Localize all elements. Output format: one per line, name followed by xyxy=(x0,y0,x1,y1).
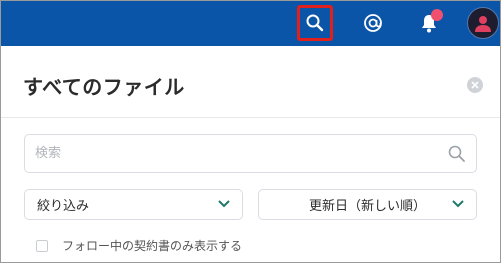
chevron-down-icon xyxy=(218,200,230,208)
header-search-button[interactable] xyxy=(297,5,333,41)
notification-badge xyxy=(431,9,443,21)
sort-select[interactable]: 更新日（新しい順） xyxy=(258,189,477,220)
panel-title: すべてのファイル xyxy=(23,75,185,99)
filter-select[interactable]: 絞り込み xyxy=(24,189,243,220)
at-icon xyxy=(364,14,382,32)
header-notifications-button[interactable] xyxy=(411,5,447,41)
search-input[interactable] xyxy=(35,135,435,172)
follow-only-checkbox-label: フォロー中の契約書のみ表示する xyxy=(62,239,243,253)
close-icon xyxy=(471,81,479,89)
header-mentions-button[interactable] xyxy=(355,5,391,41)
panel-close-button[interactable] xyxy=(467,77,483,93)
panel-divider xyxy=(1,117,500,118)
user-avatar[interactable] xyxy=(467,7,499,39)
app-frame: すべてのファイル 絞り込み 更新日（新しい順） フォロー中の契約書のみ表示する xyxy=(0,0,501,263)
top-header-bar xyxy=(1,1,500,46)
follow-only-checkbox-row[interactable]: フォロー中の契約書のみ表示する xyxy=(36,237,242,254)
user-avatar-icon xyxy=(475,16,491,32)
follow-only-checkbox[interactable] xyxy=(36,239,48,252)
chevron-down-icon xyxy=(452,200,464,208)
search-icon xyxy=(306,14,324,32)
search-icon[interactable] xyxy=(447,144,467,164)
search-field[interactable] xyxy=(24,134,477,173)
sort-select-value: 更新日（新しい順） xyxy=(308,199,426,214)
filter-select-value: 絞り込み xyxy=(37,199,90,214)
